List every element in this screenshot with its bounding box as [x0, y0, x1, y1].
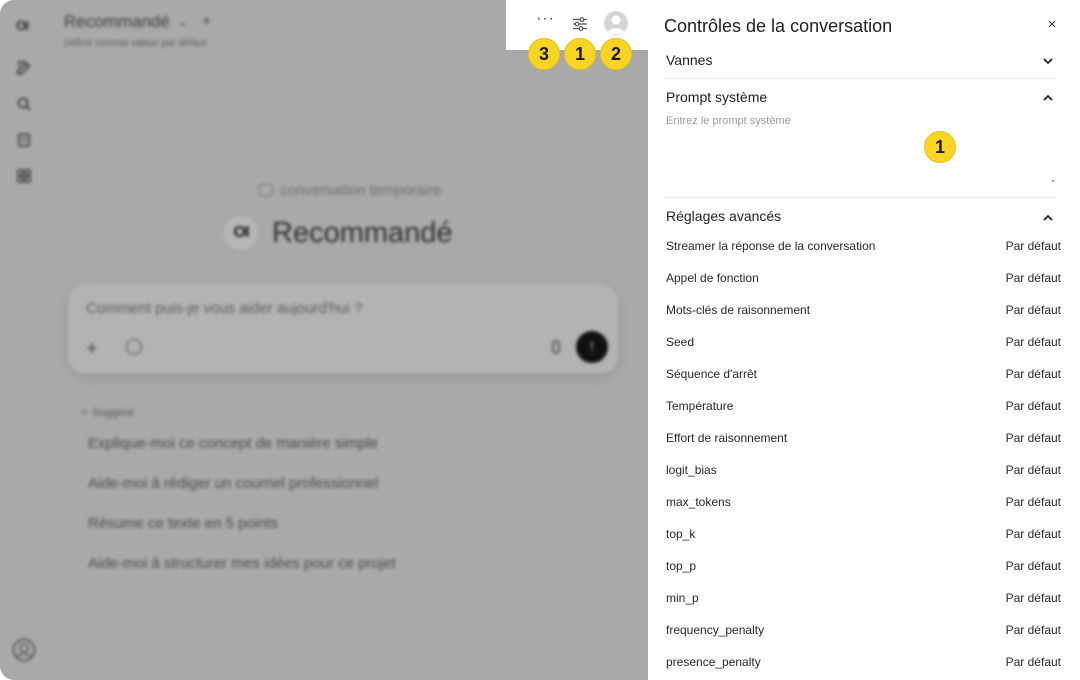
more-options-icon[interactable]: ··· [536, 10, 555, 28]
chevron-up-icon[interactable] [1042, 92, 1054, 104]
param-value-button[interactable]: Par défaut [1006, 399, 1061, 413]
user-avatar-icon[interactable] [12, 638, 36, 662]
param-row: Seed Par défaut [666, 335, 1061, 353]
param-name: top_p [666, 559, 697, 573]
param-name: Température [666, 399, 734, 413]
param-name: Appel de fonction [666, 271, 759, 285]
param-value-button[interactable]: Par défaut [1006, 495, 1061, 509]
section-advanced-settings[interactable]: Réglages avancés [666, 208, 781, 224]
param-name: logit_bias [666, 463, 717, 477]
param-name: min_p [666, 591, 699, 605]
annotation-badge-controls: 1 [564, 38, 596, 70]
suggested-heading: ✧ Suggéré [80, 407, 134, 419]
param-value-button[interactable]: Par défaut [1006, 239, 1061, 253]
message-composer[interactable]: Comment puis-je vous aider aujourd'hui ?… [68, 284, 618, 374]
model-logo: OI [224, 216, 258, 250]
param-name: Streamer la réponse de la conversation [666, 239, 876, 253]
model-name[interactable]: Recommandé [64, 12, 170, 32]
param-row: Effort de raisonnement Par défaut [666, 431, 1061, 449]
param-name: frequency_penalty [666, 623, 765, 637]
system-prompt-input[interactable]: Entrez le prompt système [664, 110, 1056, 184]
app-logo[interactable]: OI [16, 18, 29, 33]
divider [664, 197, 1056, 198]
param-name: Seed [666, 335, 695, 349]
param-row: Streamer la réponse de la conversation P… [666, 239, 1061, 257]
suggestion-item[interactable]: Aide-moi à structurer mes idées pour ce … [88, 555, 396, 572]
param-row: Mots-clés de raisonnement Par défaut [666, 303, 1061, 321]
section-system-prompt[interactable]: Prompt système [666, 89, 767, 105]
chevron-down-icon[interactable] [1042, 55, 1054, 67]
system-prompt-placeholder: Entrez le prompt système [666, 115, 791, 127]
set-default-link[interactable]: Définir comme valeur par défaut [64, 38, 211, 49]
param-value-button[interactable]: Par défaut [1006, 655, 1061, 669]
app-window: OI Recommandé ⌄ + Définir comme valeur p… [0, 0, 1080, 680]
suggestion-item[interactable]: Résume ce texte en 5 points [88, 515, 278, 532]
chat-controls-panel: Contrôles de la conversation × Vannes Pr… [648, 0, 1080, 680]
param-row: frequency_penalty Par défaut [666, 623, 1061, 641]
param-row: min_p Par défaut [666, 591, 1061, 609]
model-selector[interactable]: Recommandé ⌄ + Définir comme valeur par … [64, 12, 211, 49]
suggestion-item[interactable]: Aide-moi à rédiger un courriel professio… [88, 475, 378, 492]
param-row: max_tokens Par défaut [666, 495, 1061, 513]
panel-title: Contrôles de la conversation [664, 16, 893, 36]
temporary-chat-label: conversation temporaire [0, 182, 648, 199]
microphone-icon[interactable] [552, 340, 560, 354]
arrow-up-icon: ↑ [588, 338, 596, 355]
message-input[interactable]: Comment puis-je vous aider aujourd'hui ? [86, 300, 362, 317]
param-name: max_tokens [666, 495, 731, 509]
resize-handle[interactable] [1052, 180, 1054, 182]
section-valves[interactable]: Vannes [666, 52, 712, 68]
param-row: top_k Par défaut [666, 527, 1061, 545]
chat-backdrop[interactable]: OI Recommandé ⌄ + Définir comme valeur p… [0, 0, 648, 680]
param-row: Température Par défaut [666, 399, 1061, 417]
temporary-chat-text: conversation temporaire [280, 182, 442, 199]
param-value-button[interactable]: Par défaut [1006, 559, 1061, 573]
add-model-icon[interactable]: + [202, 13, 211, 31]
new-chat-icon[interactable] [16, 60, 32, 76]
param-value-button[interactable]: Par défaut [1006, 591, 1061, 605]
suggestion-item[interactable]: Explique-moi ce concept de manière simpl… [88, 435, 378, 452]
param-name: top_k [666, 527, 696, 541]
param-value-button[interactable]: Par défaut [1006, 335, 1061, 349]
param-value-button[interactable]: Par défaut [1006, 623, 1061, 637]
annotation-badge-profile: 2 [600, 38, 632, 70]
hero: OI Recommandé [224, 216, 453, 250]
annotation-badge-prompt: 1 [924, 131, 956, 163]
param-row: logit_bias Par défaut [666, 463, 1061, 481]
close-icon[interactable]: × [1044, 16, 1060, 34]
param-row: Appel de fonction Par défaut [666, 271, 1061, 289]
param-name: Effort de raisonnement [666, 431, 788, 445]
annotation-badge-more: 3 [528, 38, 560, 70]
hero-title: Recommandé [272, 216, 453, 249]
param-value-button[interactable]: Par défaut [1006, 303, 1061, 317]
attach-plus-icon[interactable]: + [86, 338, 98, 361]
notes-icon[interactable] [16, 132, 32, 148]
controls-sliders-icon[interactable] [572, 16, 588, 32]
tools-icon[interactable] [126, 339, 142, 355]
param-value-button[interactable]: Par défaut [1006, 431, 1061, 445]
param-value-button[interactable]: Par défaut [1006, 367, 1061, 381]
param-name: Mots-clés de raisonnement [666, 303, 811, 317]
param-row: Séquence d'arrêt Par défaut [666, 367, 1061, 385]
profile-avatar-icon[interactable] [604, 11, 628, 35]
param-value-button[interactable]: Par défaut [1006, 271, 1061, 285]
chevron-up-icon[interactable] [1042, 212, 1054, 224]
search-icon[interactable] [16, 96, 32, 112]
blurred-content: OI Recommandé ⌄ + Définir comme valeur p… [0, 0, 648, 680]
temporary-chat-icon [258, 184, 273, 196]
param-row: top_p Par défaut [666, 559, 1061, 577]
divider [664, 78, 1056, 79]
param-value-button[interactable]: Par défaut [1006, 463, 1061, 477]
param-value-button[interactable]: Par défaut [1006, 527, 1061, 541]
param-name: Séquence d'arrêt [666, 367, 758, 381]
param-row: presence_penalty Par défaut [666, 655, 1061, 673]
send-button[interactable]: ↑ [576, 331, 608, 363]
chevron-down-icon[interactable]: ⌄ [178, 15, 188, 29]
sidebar: OI [0, 0, 48, 680]
param-name: presence_penalty [666, 655, 761, 669]
